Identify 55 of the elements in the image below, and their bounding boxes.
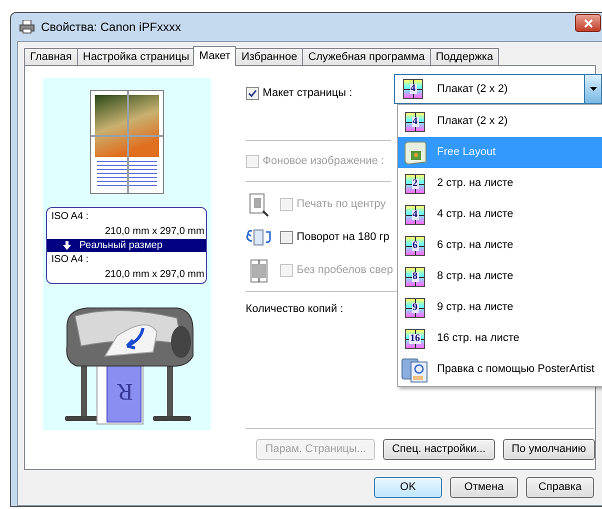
close-icon	[584, 18, 592, 28]
panel-button[interactable]: Спец. настройки...	[382, 438, 495, 460]
checkmark-icon	[248, 88, 257, 98]
page-grid-icon: 16	[405, 328, 425, 348]
page-grid-icon: 8	[405, 266, 425, 286]
paper-size-label: ISO A4 :	[50, 253, 90, 267]
application-icon	[401, 356, 429, 384]
rotate-page-icon	[246, 228, 272, 248]
dropdown-arrow-icon	[590, 87, 596, 91]
option-label: Поворот на 180 гр	[296, 230, 390, 246]
layout-option[interactable]: 2 2 стр. на листе	[398, 168, 602, 199]
layout-option[interactable]: 8 8 стр. на листе	[398, 261, 602, 292]
copies-label: Количество копий :	[246, 302, 344, 317]
page-grid-icon: 6	[405, 236, 425, 256]
down-arrow-icon	[63, 241, 72, 250]
background-image-label: Фоновое изображение :	[262, 154, 384, 169]
dialog-button[interactable]: Справка	[526, 477, 594, 498]
borderless-page-icon	[250, 258, 268, 282]
paper-size-value: 210,0 mm x 297,0 mm	[104, 225, 206, 239]
paper-size-label: ISO A4 :	[50, 210, 90, 224]
tab[interactable]: Макет	[193, 46, 236, 66]
layout-option[interactable]: 16 16 стр. на листе	[398, 323, 602, 354]
tab[interactable]: Настройка страницы	[76, 48, 194, 66]
close-button[interactable]	[575, 14, 601, 32]
tab[interactable]: Главная	[24, 48, 77, 66]
panel-button[interactable]: По умолчанию	[502, 438, 595, 460]
layout-option[interactable]: 6 6 стр. на листе	[398, 230, 602, 261]
layout-option[interactable]: 4 Плакат (2 x 2)	[398, 106, 602, 137]
page-grid-icon: 2	[405, 174, 425, 194]
checkbox[interactable]	[246, 86, 259, 100]
paper-size-value: 210,0 mm x 297,0 mm	[104, 268, 206, 282]
layout-option[interactable]: 9 9 стр. на листе	[398, 292, 602, 323]
page-grid-icon: 4	[405, 204, 425, 224]
page-grid-icon: 4	[405, 112, 425, 132]
tab[interactable]: Избранное	[235, 48, 302, 66]
page-layout-label: Макет страницы :	[262, 86, 352, 101]
dialog-button[interactable]: OK	[374, 477, 442, 498]
checkbox[interactable]	[280, 231, 293, 244]
tab[interactable]: Служебная программа	[302, 48, 430, 66]
dialog-button[interactable]: Отмена	[450, 477, 518, 498]
printed-letter: R	[116, 378, 133, 404]
layout-combo-box[interactable]: 4 Плакат (2 x 2)	[394, 74, 602, 104]
option-label: Печать по центру	[296, 197, 386, 212]
option-label: Без пробелов свер	[296, 263, 394, 278]
tab[interactable]: Поддержка	[430, 48, 500, 66]
printer-icon	[19, 20, 35, 34]
layout-option[interactable]: 4 4 стр. на листе	[398, 199, 602, 230]
scroll-icon	[402, 140, 428, 166]
poster-layout-icon: 4	[403, 79, 423, 99]
page-grid-icon: 9	[405, 298, 425, 318]
scaling-label: Реальный размер	[79, 239, 162, 253]
layout-option[interactable]: Правка с помощью PosterArtist	[398, 354, 602, 385]
centered-page-icon	[248, 192, 269, 216]
combo-value: Плакат (2 x 2)	[437, 82, 508, 97]
window-title: Свойства: Canon iPFxxxx	[41, 19, 182, 36]
